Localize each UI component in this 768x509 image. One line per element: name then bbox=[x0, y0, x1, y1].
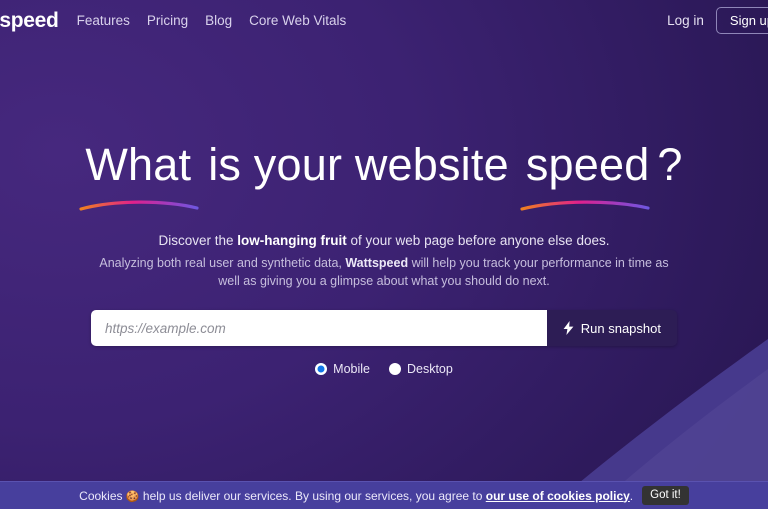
headline-underline-2-icon bbox=[520, 200, 650, 211]
nav-right-group: Log in Sign up bbox=[667, 7, 768, 34]
cookie-text-after: . bbox=[629, 488, 634, 503]
lightning-bolt-icon bbox=[563, 321, 574, 335]
radio-dot-mobile[interactable] bbox=[315, 363, 328, 375]
headline-question-mark: ? bbox=[657, 139, 683, 190]
cookie-icon: 🍪 bbox=[125, 490, 140, 503]
cookie-accept-button[interactable]: Got it! bbox=[642, 485, 689, 506]
device-type-radio-group: Mobile Desktop bbox=[315, 362, 453, 376]
radio-label-mobile: Mobile bbox=[333, 362, 370, 376]
url-input[interactable] bbox=[91, 310, 546, 346]
cookie-text-middle: help us deliver our services. By using o… bbox=[142, 488, 483, 503]
cookie-policy-link[interactable]: our use of cookies policy bbox=[486, 489, 630, 503]
nav-links: Features Pricing Blog Core Web Vitals bbox=[77, 13, 347, 28]
cookie-text-before: Cookies bbox=[79, 488, 123, 503]
cookie-banner-text: Cookies 🍪 help us deliver our services. … bbox=[79, 489, 633, 503]
subtitle-1-strong: low-hanging fruit bbox=[237, 233, 347, 248]
subtitle-2-strong: Wattspeed bbox=[345, 256, 409, 270]
subtitle-1-before: Discover the bbox=[158, 233, 238, 248]
hero-section: What is your website speed ? Discover th… bbox=[0, 41, 768, 481]
run-snapshot-button[interactable]: Run snapshot bbox=[545, 310, 677, 346]
subtitle-1-after: of your web page before anyone else does… bbox=[346, 233, 610, 248]
hero-subtitle-secondary: Analyzing both real user and synthetic d… bbox=[94, 254, 674, 290]
page-title: What is your website speed ? bbox=[79, 139, 683, 211]
headline-word-speed: speed bbox=[520, 139, 650, 211]
nav-link-features[interactable]: Features bbox=[77, 13, 130, 28]
run-snapshot-label: Run snapshot bbox=[580, 320, 661, 336]
signup-button[interactable]: Sign up bbox=[715, 7, 768, 34]
nav-link-pricing[interactable]: Pricing bbox=[147, 13, 188, 28]
radio-option-mobile[interactable]: Mobile bbox=[315, 362, 370, 376]
nav-link-core-web-vitals[interactable]: Core Web Vitals bbox=[249, 13, 346, 28]
hero-subtitle-primary: Discover the low-hanging fruit of your w… bbox=[159, 233, 610, 248]
headline-middle-text: is your website bbox=[208, 139, 509, 190]
headline-word-speed-text: speed bbox=[525, 139, 650, 190]
headline-word-what-text: What bbox=[85, 139, 192, 190]
login-link[interactable]: Log in bbox=[667, 13, 704, 28]
radio-label-desktop: Desktop bbox=[406, 362, 453, 376]
headline-word-what: What bbox=[79, 139, 199, 211]
radio-option-desktop[interactable]: Desktop bbox=[388, 362, 453, 376]
subtitle-2-before: Analyzing both real user and synthetic d… bbox=[99, 256, 346, 270]
snapshot-search-row: Run snapshot bbox=[91, 310, 677, 346]
headline-underline-icon bbox=[79, 200, 199, 211]
cookie-consent-banner: Cookies 🍪 help us deliver our services. … bbox=[0, 481, 768, 509]
top-navigation-bar: ttspeed Features Pricing Blog Core Web V… bbox=[0, 0, 768, 41]
radio-dot-desktop[interactable] bbox=[388, 363, 401, 375]
brand-logo[interactable]: ttspeed bbox=[0, 9, 59, 33]
nav-link-blog[interactable]: Blog bbox=[205, 13, 232, 28]
